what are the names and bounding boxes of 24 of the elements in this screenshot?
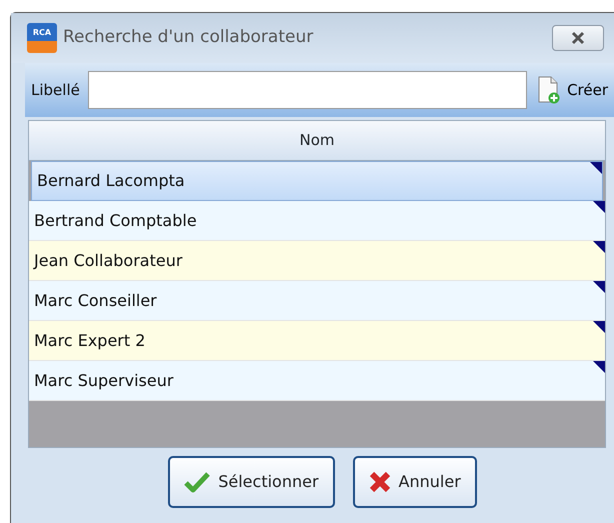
table-row[interactable]: Marc Conseiller [29,281,605,321]
table-row[interactable]: Bertrand Comptable [29,201,605,241]
window-title: Recherche d'un collaborateur [63,26,314,50]
corner-marker-icon [593,201,605,213]
corner-marker-icon [593,281,605,293]
field-label: Libellé [31,80,80,101]
create-button[interactable]: Créer [535,76,610,104]
table-row[interactable]: Jean Collaborateur [29,241,605,281]
table-row[interactable]: Marc Expert 2 [29,321,605,361]
corner-marker-icon [593,241,605,253]
select-button[interactable]: Sélectionner [168,456,335,508]
cancel-button[interactable]: Annuler [352,456,477,508]
new-document-icon [537,76,562,104]
corner-marker-icon [593,361,605,373]
checkmark-icon [184,471,210,493]
table-row[interactable]: Bernard Lacompta [31,161,603,201]
table-row[interactable]: Marc Superviseur [29,361,605,401]
close-button[interactable] [552,25,604,51]
corner-marker-icon [590,162,602,174]
corner-marker-icon [593,321,605,333]
column-header[interactable]: Nom [29,121,605,161]
cross-icon [368,471,391,493]
search-field[interactable] [88,71,528,109]
app-logo: RCA [27,23,57,53]
